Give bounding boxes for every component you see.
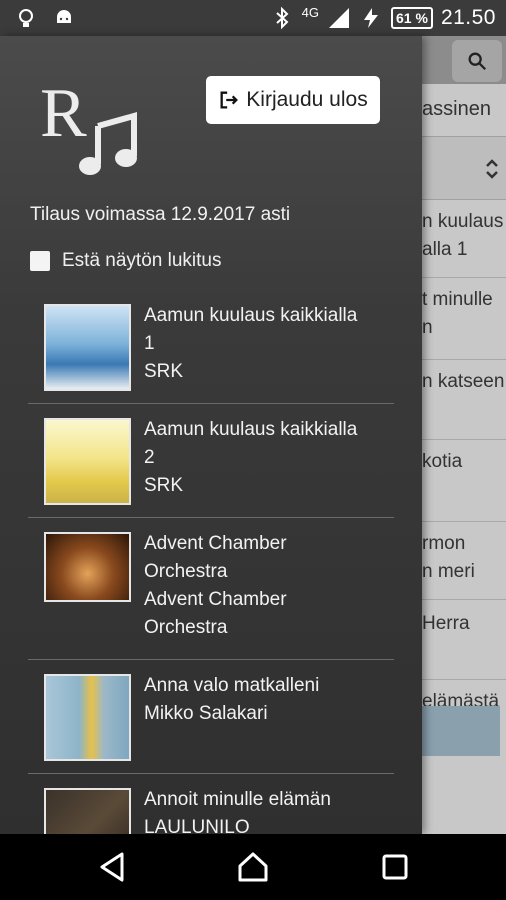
album-item[interactable]: Advent Chamber Orchestra Advent Chamber … (28, 518, 394, 660)
album-cover-image (44, 532, 131, 602)
svg-text:R: R (40, 78, 87, 152)
album-artist: Mikko Salakari (144, 703, 268, 724)
album-item[interactable]: Annoit minulle elämän LAULUNILO (28, 774, 394, 834)
prevent-screen-lock-option[interactable]: Estä näytön lukitus (30, 250, 221, 272)
album-cover-image (44, 788, 131, 834)
background-tab[interactable]: assinen (422, 88, 506, 128)
album-cover-image (44, 304, 131, 391)
search-icon (468, 52, 487, 71)
search-button[interactable] (452, 40, 502, 82)
navigation-drawer: R Kirjaudu ulos Tilaus voimassa 12.9.201… (0, 36, 422, 834)
list-item[interactable]: n kuulaus alla 1 (422, 208, 506, 278)
recent-apps-icon[interactable] (378, 850, 412, 884)
prevent-screen-lock-label: Estä näytön lukitus (62, 250, 222, 271)
battery-level: 61 % (391, 7, 433, 29)
album-cover-image (44, 418, 131, 505)
back-icon[interactable] (96, 850, 130, 884)
sort-selector[interactable] (422, 136, 506, 200)
album-title: Anna valo matkalleni (144, 675, 320, 696)
list-item[interactable]: rmon n meri (422, 530, 506, 600)
prevent-screen-lock-checkbox[interactable] (30, 251, 50, 271)
album-title: Aamun kuulaus kaikkialla (144, 419, 358, 440)
album-title: Annoit minulle elämän (144, 789, 331, 810)
subscription-status: Tilaus voimassa 12.9.2017 asti (30, 204, 291, 225)
lightbulb-icon (19, 9, 33, 27)
list-item[interactable]: kotia (422, 448, 506, 522)
album-title: Aamun kuulaus kaikkialla (144, 305, 358, 326)
background-panel (422, 706, 500, 756)
logout-label: Kirjaudu ulos (246, 88, 368, 111)
system-navigation-bar (0, 834, 506, 900)
album-item[interactable]: Anna valo matkalleni Mikko Salakari (28, 660, 394, 774)
app-logo: R (40, 78, 137, 175)
list-item[interactable]: n katseen (422, 368, 506, 440)
album-item[interactable]: Aamun kuulaus kaikkialla 2 SRK (28, 404, 394, 518)
album-artist: Advent Chamber (144, 589, 287, 610)
bluetooth-icon (276, 6, 289, 30)
home-icon[interactable] (236, 850, 270, 884)
album-artist: SRK (144, 475, 184, 496)
charging-icon (364, 8, 379, 28)
list-item[interactable]: t minulle n (422, 286, 506, 360)
logout-button[interactable]: Kirjaudu ulos (206, 76, 380, 124)
album-list: Aamun kuulaus kaikkialla 1 SRK Aamun kuu… (28, 290, 394, 834)
album-item[interactable]: Aamun kuulaus kaikkialla 1 SRK (28, 290, 394, 404)
album-artist: SRK (144, 361, 184, 382)
status-bar: 4G 61 % 21.50 (0, 0, 506, 36)
sort-icon (486, 159, 498, 179)
clock: 21.50 (440, 6, 496, 29)
logout-icon (220, 91, 239, 109)
android-icon (57, 10, 71, 23)
album-artist: LAULUNILO (144, 817, 250, 834)
album-title: Advent Chamber (144, 533, 287, 554)
signal-icon (329, 8, 350, 28)
list-item[interactable]: Herra (422, 610, 506, 680)
album-cover-image (44, 674, 131, 761)
network-type: 4G (301, 4, 320, 20)
